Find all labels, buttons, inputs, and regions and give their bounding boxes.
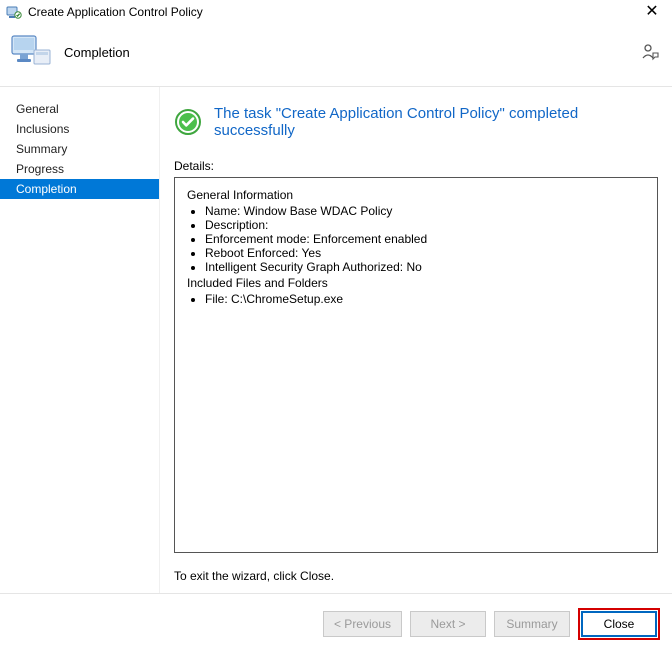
titlebar: Create Application Control Policy ✕ bbox=[0, 0, 672, 26]
sidebar-item-inclusions[interactable]: Inclusions bbox=[0, 119, 159, 139]
details-included-list: File: C:\ChromeSetup.exe bbox=[205, 292, 645, 306]
detail-reboot: Reboot Enforced: Yes bbox=[205, 246, 645, 260]
sidebar-item-completion[interactable]: Completion bbox=[0, 179, 159, 199]
wizard-footer: < Previous Next > Summary Close bbox=[0, 593, 672, 654]
detail-file: File: C:\ChromeSetup.exe bbox=[205, 292, 645, 306]
wizard-header: Completion bbox=[0, 26, 672, 87]
details-section-general: General Information bbox=[187, 188, 645, 202]
detail-name: Name: Window Base WDAC Policy bbox=[205, 204, 645, 218]
success-message: The task "Create Application Control Pol… bbox=[214, 105, 658, 139]
close-highlight: Close bbox=[578, 608, 660, 640]
close-button[interactable]: Close bbox=[581, 611, 657, 637]
detail-description: Description: bbox=[205, 218, 645, 232]
detail-isg: Intelligent Security Graph Authorized: N… bbox=[205, 260, 645, 274]
window-title: Create Application Control Policy bbox=[28, 5, 203, 19]
window-close-button[interactable]: ✕ bbox=[640, 4, 664, 20]
details-label: Details: bbox=[174, 159, 658, 173]
completion-icon bbox=[10, 32, 54, 72]
summary-button: Summary bbox=[494, 611, 570, 637]
success-check-icon bbox=[174, 108, 202, 136]
wizard-window: { "window": { "title": "Create Applicati… bbox=[0, 0, 672, 654]
status-row: The task "Create Application Control Pol… bbox=[174, 105, 658, 139]
user-feedback-icon[interactable] bbox=[640, 42, 660, 62]
app-icon bbox=[6, 4, 22, 20]
details-section-included: Included Files and Folders bbox=[187, 276, 645, 290]
details-box: General Information Name: Window Base WD… bbox=[174, 177, 658, 553]
page-title: Completion bbox=[64, 45, 130, 60]
sidebar-item-general[interactable]: General bbox=[0, 99, 159, 119]
next-button: Next > bbox=[410, 611, 486, 637]
exit-note: To exit the wizard, click Close. bbox=[174, 569, 658, 583]
sidebar: General Inclusions Summary Progress Comp… bbox=[0, 87, 160, 593]
wizard-body: General Inclusions Summary Progress Comp… bbox=[0, 87, 672, 593]
main-panel: The task "Create Application Control Pol… bbox=[160, 87, 672, 593]
sidebar-item-progress[interactable]: Progress bbox=[0, 159, 159, 179]
detail-enforcement: Enforcement mode: Enforcement enabled bbox=[205, 232, 645, 246]
details-general-list: Name: Window Base WDAC Policy Descriptio… bbox=[205, 204, 645, 274]
previous-button: < Previous bbox=[323, 611, 402, 637]
sidebar-item-summary[interactable]: Summary bbox=[0, 139, 159, 159]
